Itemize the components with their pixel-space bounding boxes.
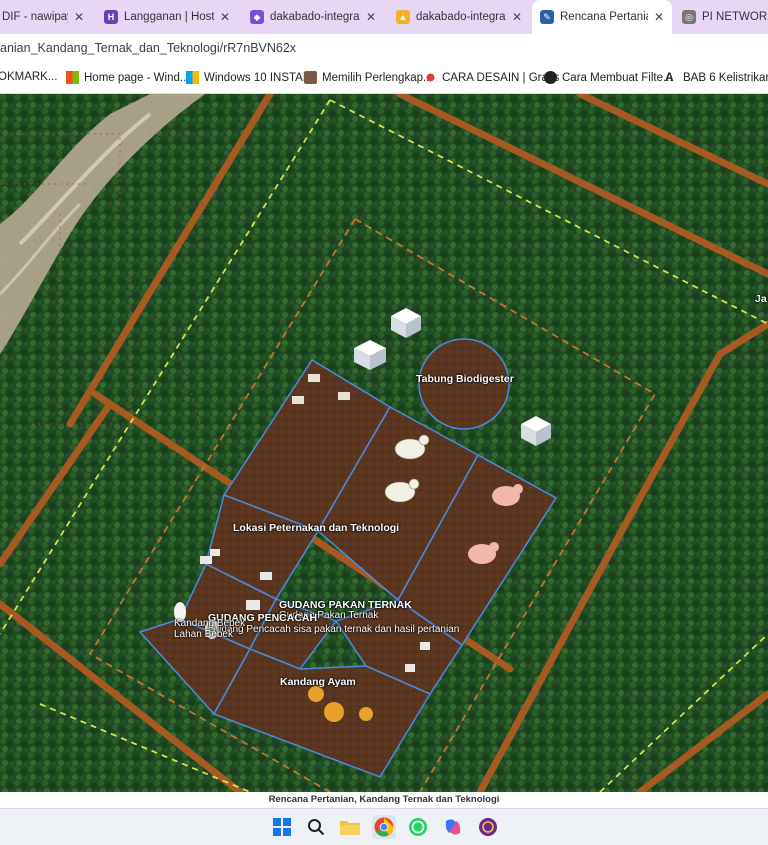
bookmark-label: OKMARK... xyxy=(0,71,58,83)
windows-start-icon xyxy=(273,818,291,836)
kandang-bebek-label: Kandang Bebek xyxy=(174,618,246,629)
close-icon[interactable]: ✕ xyxy=(654,10,664,24)
tab-2[interactable]: H Langganan | Hosting ✕ xyxy=(96,0,238,34)
file-explorer-button[interactable] xyxy=(338,815,362,839)
copilot-icon xyxy=(445,819,461,835)
bookmark-item[interactable]: Windows 10 INSTALL xyxy=(186,71,316,84)
tab-title: DIF - nawipayem xyxy=(2,11,68,23)
start-button[interactable] xyxy=(270,815,294,839)
diamond-icon: ◆ xyxy=(250,10,264,24)
bookmark-label: Home page - Wind... xyxy=(84,71,190,84)
tab-5-active[interactable]: ✎ Rencana Pertanian, K ✕ xyxy=(532,0,672,34)
gudang-pencacah-sub-label: Gudang Pencacah sisa pakan ternak dan ha… xyxy=(208,624,460,635)
tab-1[interactable]: DIF - nawipayem ✕ xyxy=(0,0,92,34)
windows-logo-icon xyxy=(66,71,79,84)
bookmark-label: CARA DESAIN | Gratis xyxy=(442,71,560,84)
lokasi-label: Lokasi Peternakan dan Teknologi xyxy=(233,522,400,534)
copilot-button[interactable] xyxy=(441,815,465,839)
avatar-icon xyxy=(304,71,317,84)
close-icon[interactable]: ✕ xyxy=(366,10,376,24)
close-icon[interactable]: ✕ xyxy=(512,10,522,24)
bookmark-item[interactable]: OKMARK... xyxy=(0,71,57,83)
tab-3[interactable]: ◆ dakabado-integrated ✕ xyxy=(242,0,384,34)
app-circle-icon xyxy=(479,818,497,836)
hostinger-icon: H xyxy=(104,10,118,24)
bookmarks-bar: OKMARK... Home page - Wind... Windows 10… xyxy=(0,64,768,94)
whatsapp-button[interactable] xyxy=(406,815,430,839)
bookmark-item[interactable]: Memilih Perlengkap... xyxy=(304,71,433,84)
bookmark-label: Memilih Perlengkap... xyxy=(322,71,433,84)
browser-tab-strip: DIF - nawipayem ✕ H Langganan | Hosting … xyxy=(0,0,768,34)
tab-6[interactable]: ◎ PI NETWORK & xyxy=(674,0,768,34)
chrome-icon xyxy=(374,817,394,837)
windows-taskbar xyxy=(0,808,768,845)
chrome-button[interactable] xyxy=(372,815,396,839)
globe-icon xyxy=(544,71,557,84)
map-caption: Rencana Pertanian, Kandang Ternak dan Te… xyxy=(0,792,768,808)
address-bar[interactable]: anian_Kandang_Ternak_dan_Teknologi/rR7nB… xyxy=(0,34,768,64)
font-a-icon: A xyxy=(665,70,674,84)
app-button[interactable] xyxy=(476,815,500,839)
search-button[interactable] xyxy=(304,815,328,839)
tab-title: PI NETWORK & xyxy=(702,11,768,23)
tab-title: dakabado-integrated xyxy=(270,11,360,23)
pi-network-icon: ◎ xyxy=(682,10,696,24)
map-canvas[interactable]: Tabung Biodigester Lokasi Peternakan dan… xyxy=(0,94,768,792)
map-svg xyxy=(0,94,768,792)
tab-title: Langganan | Hosting xyxy=(124,11,214,23)
tab-title: Rencana Pertanian, K xyxy=(560,11,648,23)
folder-icon xyxy=(340,821,360,835)
bookmark-label: BAB 6 Kelistrikan | F... xyxy=(683,71,768,84)
close-icon[interactable]: ✕ xyxy=(74,10,84,24)
bookmark-label: Windows 10 INSTALL xyxy=(204,71,316,84)
bookmark-item[interactable]: CARA DESAIN | Gratis xyxy=(424,71,559,84)
bookmark-label: Cara Membuat Filte... xyxy=(562,71,673,84)
bookmark-item[interactable]: Cara Membuat Filte... xyxy=(544,71,673,84)
biodigester-label: Tabung Biodigester xyxy=(416,373,514,385)
kandang-ayam-label: Kandang Ayam xyxy=(280,676,356,688)
whatsapp-icon xyxy=(409,818,427,836)
tab-title: dakabado-integrated xyxy=(416,11,506,23)
slides-icon: ▲ xyxy=(396,10,410,24)
lahan-bebek-label: Lahan Bebek xyxy=(174,629,233,640)
url-text[interactable]: anian_Kandang_Ternak_dan_Teknologi/rR7nB… xyxy=(0,41,296,55)
close-icon[interactable]: ✕ xyxy=(220,10,230,24)
search-icon xyxy=(308,819,325,836)
bookmark-item[interactable]: Home page - Wind... xyxy=(66,71,189,84)
tab-4[interactable]: ▲ dakabado-integrated ✕ xyxy=(388,0,530,34)
bookmark-item[interactable]: A BAB 6 Kelistrikan | F... xyxy=(665,71,768,84)
pen-icon: ✎ xyxy=(540,10,554,24)
edge-road-label: Ja xyxy=(755,293,767,305)
huawei-icon xyxy=(424,71,437,84)
windows-logo-icon xyxy=(186,71,199,84)
